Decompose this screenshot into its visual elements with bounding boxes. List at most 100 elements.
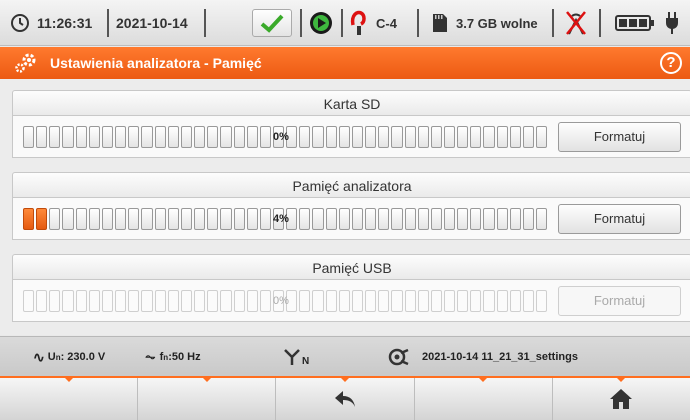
- bar-segment: [75, 208, 87, 230]
- format-usb-button: Formatuj: [558, 286, 681, 316]
- bar-segment: [246, 126, 258, 148]
- bar-segment: [404, 290, 416, 312]
- settings-file-name: 2021-10-14 11_21_31_settings: [422, 351, 578, 363]
- bar-segment: [470, 126, 482, 148]
- bar-segment: [115, 208, 127, 230]
- bar-segment: [141, 208, 153, 230]
- bar-segment: [128, 290, 140, 312]
- bar-segment: [194, 208, 206, 230]
- bar-segment: [180, 126, 193, 148]
- usb-memory-usage-bar: 0%: [23, 290, 549, 312]
- bar-segment: [496, 126, 508, 148]
- bar-segment: [444, 290, 456, 312]
- bar-segment: [312, 126, 324, 148]
- section-title: Karta SD: [12, 90, 690, 116]
- bar-segment: [246, 208, 258, 230]
- settings-gear-icon: [14, 52, 38, 74]
- bar-segment: [23, 290, 35, 312]
- softkey-home[interactable]: [553, 378, 690, 420]
- bar-segment: [483, 126, 495, 148]
- screen: 11:26:31 2021-10-14 C-4 3.7 GB wolne Ust…: [0, 0, 690, 420]
- frequency-wave-icon: ⏦: [145, 349, 156, 364]
- bar-segment: [496, 208, 508, 230]
- status-date: 2021-10-14: [116, 15, 188, 31]
- sd-card-usage-bar: 0%: [23, 126, 549, 148]
- bar-segment: [259, 290, 271, 312]
- nominal-frequency: :50 Hz: [168, 351, 201, 363]
- softkey-4[interactable]: [415, 378, 553, 420]
- bar-segment: [167, 208, 179, 230]
- network-sub: N: [302, 355, 310, 367]
- bar-segment: [404, 126, 416, 148]
- bar-segment: [101, 208, 114, 230]
- bar-segment: [365, 208, 377, 230]
- bar-segment: [207, 208, 219, 230]
- bar-segment: [444, 126, 456, 148]
- frequency-info: ⏦ f n:50 Hz: [145, 337, 201, 377]
- separator: [417, 9, 419, 37]
- bar-segment: [378, 290, 390, 312]
- network-type-info: N: [282, 337, 309, 377]
- sd-card-section: Karta SD 0% Formatuj: [12, 90, 690, 163]
- bar-segment: [62, 208, 74, 230]
- section-body: 0% Formatuj: [12, 116, 690, 158]
- bar-segment: [509, 126, 521, 148]
- bar-segment: [522, 208, 535, 230]
- bar-segment: [49, 290, 61, 312]
- softkey-1[interactable]: [0, 378, 139, 420]
- bar-segment: [391, 208, 403, 230]
- bar-segment: [167, 126, 179, 148]
- bar-segment: [536, 290, 548, 312]
- power-plug-icon: [664, 0, 680, 46]
- sd-card-icon: [432, 0, 448, 46]
- bar-segment: [457, 290, 469, 312]
- bar-segment: [509, 290, 521, 312]
- bar-segment: [36, 126, 48, 148]
- bar-segment: [75, 126, 87, 148]
- nominal-voltage: : 230.0 V: [60, 351, 106, 363]
- softkey-bar: [0, 376, 690, 420]
- bar-segment: [246, 290, 258, 312]
- bar-segment: [207, 290, 219, 312]
- bar-segment: [194, 126, 206, 148]
- settings-file-info: 2021-10-14 11_21_31_settings: [388, 337, 578, 377]
- bar-segment: [154, 290, 166, 312]
- bar-segment: [417, 208, 429, 230]
- section-title: Pamięć USB: [12, 254, 690, 280]
- usage-percent-label: 4%: [273, 213, 289, 225]
- bar-segment: [325, 290, 337, 312]
- usb-memory-section: Pamięć USB 0% Formatuj: [12, 254, 690, 327]
- bar-segment: [259, 208, 271, 230]
- separator: [300, 9, 302, 37]
- format-analyzer-memory-button[interactable]: Formatuj: [558, 204, 681, 234]
- bar-segment: [49, 208, 61, 230]
- bar-segment: [36, 290, 48, 312]
- sine-wave-icon: ∿: [33, 348, 45, 365]
- record-status-icon: [309, 0, 333, 46]
- check-icon[interactable]: [252, 9, 292, 37]
- bar-segment: [115, 290, 127, 312]
- bar-segment: [391, 126, 403, 148]
- battery-icon: [615, 0, 655, 46]
- format-sd-button[interactable]: Formatuj: [558, 122, 681, 152]
- bar-segment: [23, 208, 35, 230]
- bar-segment: [312, 208, 324, 230]
- analyzer-memory-usage-bar: 4%: [23, 208, 549, 230]
- bar-segment: [62, 126, 74, 148]
- un-prefix: U: [47, 351, 56, 363]
- softkey-back[interactable]: [276, 378, 415, 420]
- bar-segment: [128, 126, 140, 148]
- bar-segment: [154, 208, 166, 230]
- bar-segment: [483, 290, 495, 312]
- softkey-2[interactable]: [138, 378, 277, 420]
- bar-segment: [404, 208, 416, 230]
- bar-segment: [325, 208, 337, 230]
- help-icon[interactable]: ?: [660, 52, 682, 74]
- bar-segment: [88, 208, 100, 230]
- bar-segment: [101, 126, 114, 148]
- bar-segment: [457, 208, 469, 230]
- settings-file-icon: [388, 348, 409, 366]
- bar-segment: [365, 126, 377, 148]
- separator: [599, 9, 601, 37]
- bar-segment: [194, 290, 206, 312]
